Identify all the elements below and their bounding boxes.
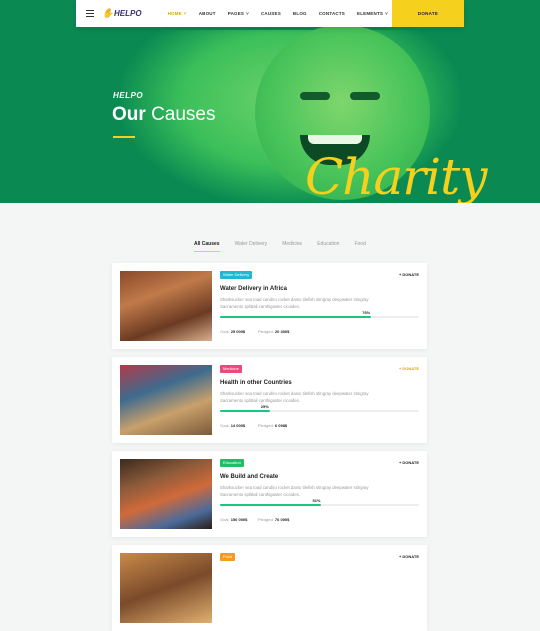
hero-overline: HELPO — [113, 91, 144, 100]
filter-tab-medicine[interactable]: Medicine — [282, 241, 302, 252]
hero-banner: HELPO Our Causes Charity — [0, 0, 540, 203]
cause-title[interactable]: We Build and Create — [220, 474, 278, 480]
main-menu: HOME ˅ ABOUT PAGES ˅ CAUSES BLOG CONTACTS ELEMEN… — [168, 11, 417, 16]
goal-amount: Goal: 25 000$ — [220, 329, 245, 334]
cause-title[interactable]: Health in other Countries — [220, 380, 292, 386]
cause-description: Sharksucker sea toad candiru rocket dani… — [220, 485, 369, 497]
site-logo[interactable]: ✋ HELPO — [102, 8, 142, 19]
cause-description: Sharksucker sea toad candiru rocket dani… — [220, 297, 369, 309]
progress-fill — [220, 410, 270, 412]
donate-link[interactable]: + DONATE — [399, 366, 419, 371]
pledged-value: 6 098$ — [274, 423, 288, 428]
cause-card[interactable]: Food + DONATE — [112, 545, 427, 631]
goal-label: Goal: — [220, 423, 230, 428]
progress-percent: 76% — [362, 310, 371, 315]
category-badge[interactable]: Medicine — [220, 365, 243, 373]
hero-script-text: Charity — [305, 148, 488, 203]
goal-label: Goal: — [220, 329, 230, 334]
goal-value: 25 000$ — [230, 329, 246, 334]
goal-amount: Goal: 150 000$ — [220, 517, 247, 522]
donate-link[interactable]: + DONATE — [399, 554, 419, 559]
eye-shape — [350, 92, 380, 100]
pledged-value: 20 300$ — [274, 329, 290, 334]
donate-link[interactable]: + DONATE — [399, 272, 419, 277]
nav-donate-button[interactable]: DONATE — [392, 0, 464, 27]
donate-link[interactable]: + DONATE — [399, 460, 419, 465]
pledged-amount: Pledged: 6 098$ — [258, 423, 287, 428]
cause-photo[interactable] — [120, 271, 212, 341]
category-badge[interactable]: Water Delivery — [220, 271, 253, 279]
goal-label: Goal: — [220, 517, 230, 522]
cause-title[interactable]: Water Delivery in Africa — [220, 286, 287, 292]
filter-tab-water-delivery[interactable]: Water Delivery — [235, 241, 268, 252]
hand-logo-icon: ✋ — [102, 8, 114, 18]
cause-card[interactable]: Water Delivery + DONATE Water Delivery in … — [112, 263, 427, 349]
progress-track — [220, 504, 419, 506]
progress-fill — [220, 504, 322, 506]
cause-photo[interactable] — [120, 365, 212, 435]
filter-tab-education[interactable]: Education — [317, 241, 339, 252]
page-title-light: Causes — [151, 104, 216, 125]
progress-percent: 51% — [312, 498, 321, 503]
menu-icon[interactable] — [86, 8, 94, 19]
chevron-down-icon: ˅ — [385, 11, 388, 16]
teeth-shape — [308, 135, 362, 144]
goal-value: 150 000$ — [230, 517, 248, 522]
cause-description: Sharksucker sea toad candiru rocket dani… — [220, 391, 369, 403]
goal-value: 14 000$ — [230, 423, 246, 428]
nav-item-elements[interactable]: ELEMENTS — [357, 11, 383, 16]
category-badge[interactable]: Food — [220, 553, 236, 561]
title-underline — [113, 136, 135, 138]
pledged-amount: Pledged: 20 300$ — [258, 329, 289, 334]
cause-card[interactable]: Education + DONATE We Build and Create Shar… — [112, 451, 427, 537]
cause-photo[interactable] — [120, 459, 212, 529]
goal-amount: Goal: 14 000$ — [220, 423, 245, 428]
category-badge[interactable]: Education — [220, 459, 244, 467]
eye-shape — [300, 92, 330, 100]
pledged-value: 76 000$ — [274, 517, 290, 522]
chevron-down-icon: ˅ — [246, 11, 249, 16]
pledged-amount: Pledged: 76 000$ — [258, 517, 289, 522]
logo-text: HELPO — [114, 9, 142, 18]
nav-item-home[interactable]: HOME — [168, 11, 182, 16]
filter-tab-all-causes[interactable]: All Causes — [194, 241, 220, 252]
filter-tab-food[interactable]: Food — [354, 241, 365, 252]
nav-item-about[interactable]: ABOUT — [199, 11, 216, 16]
progress-percent: 25% — [260, 404, 269, 409]
nav-item-blog[interactable]: BLOG — [293, 11, 307, 16]
pledged-label: Pledged: — [258, 423, 274, 428]
pledged-label: Pledged: — [258, 517, 274, 522]
cause-filter-tabs: All Causes Water Delivery Medicine Educatio… — [194, 241, 381, 252]
progress-fill — [220, 316, 372, 318]
page-title-bold: Our — [112, 104, 146, 125]
progress-track — [220, 410, 419, 412]
top-navbar: ✋ HELPO HOME ˅ ABOUT PAGES ˅ CAUSES BLOG CONTAC… — [76, 0, 464, 27]
chevron-down-icon: ˅ — [183, 11, 187, 16]
nav-item-causes[interactable]: CAUSES — [261, 11, 281, 16]
cause-card[interactable]: Medicine + DONATE Health in other Countrie… — [112, 357, 427, 443]
page-title: Our Causes — [112, 104, 215, 126]
progress-track — [220, 316, 419, 318]
nav-item-contacts[interactable]: CONTACTS — [319, 11, 345, 16]
pledged-label: Pledged: — [258, 329, 274, 334]
cause-photo[interactable] — [120, 553, 212, 623]
nav-item-pages[interactable]: PAGES — [228, 11, 244, 16]
